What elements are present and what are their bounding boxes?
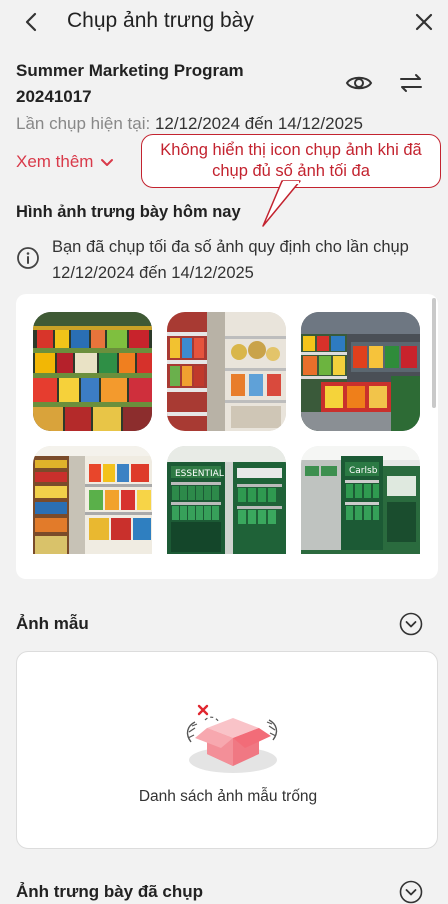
today-section-title: Hình ảnh trưng bày hôm nay bbox=[16, 203, 241, 221]
shelf-photo-5[interactable]: ESSENTIAL bbox=[167, 446, 286, 554]
max-photos-text: Bạn đã chụp tối đa số ảnh quy định cho l… bbox=[52, 238, 409, 282]
svg-text:ESSENTIAL: ESSENTIAL bbox=[175, 469, 224, 479]
view-button[interactable] bbox=[344, 68, 374, 98]
see-more-label: Xem thêm bbox=[16, 152, 94, 171]
chevron-down-circle-icon bbox=[399, 880, 423, 904]
period-label: Lần chụp hiện tại: bbox=[16, 114, 151, 133]
shelf-photo-4[interactable] bbox=[33, 446, 152, 554]
back-button[interactable] bbox=[18, 8, 46, 36]
info-icon bbox=[17, 247, 39, 269]
empty-box-icon bbox=[186, 704, 278, 773]
close-icon bbox=[415, 13, 433, 31]
shelf-photo-2[interactable] bbox=[167, 312, 286, 431]
program-name: Summer Marketing Program 20241017 bbox=[16, 61, 244, 106]
shelf-photo-1[interactable] bbox=[33, 312, 152, 431]
period-value: 12/12/2024 đến 14/12/2025 bbox=[154, 114, 363, 133]
sample-section-title: Ảnh mẫu bbox=[16, 614, 89, 633]
photo-grid-scrollbar[interactable] bbox=[432, 298, 436, 408]
sample-collapse-toggle[interactable] bbox=[399, 612, 423, 636]
app-header: Chụp ảnh trưng bày bbox=[0, 0, 448, 44]
chevron-down-icon bbox=[101, 159, 114, 166]
empty-sample-text: Danh sách ảnh mẫu trống bbox=[138, 788, 318, 805]
current-period: Lần chụp hiện tại: 12/12/2024 đến 14/12/… bbox=[16, 112, 363, 136]
chevron-left-icon bbox=[25, 12, 37, 32]
close-button[interactable] bbox=[410, 8, 438, 36]
page-title: Chụp ảnh trưng bày bbox=[67, 9, 254, 32]
see-more-link[interactable]: Xem thêm bbox=[16, 150, 115, 174]
taken-collapse-toggle[interactable] bbox=[399, 880, 423, 904]
chevron-down-circle-icon bbox=[399, 612, 423, 636]
switch-program-button[interactable] bbox=[396, 68, 426, 98]
shelf-photo-6[interactable]: Carlsb bbox=[301, 446, 420, 554]
taken-section-title: Ảnh trưng bày đã chụp bbox=[16, 882, 204, 901]
shelf-photo-3[interactable] bbox=[301, 312, 420, 431]
sample-empty-card: Danh sách ảnh mẫu trống bbox=[16, 651, 438, 849]
eye-icon bbox=[345, 76, 373, 90]
svg-text:Carlsb: Carlsb bbox=[349, 466, 378, 476]
callout-pointer bbox=[262, 180, 301, 227]
photo-grid: ESSENTIAL Carlsb bbox=[16, 294, 438, 579]
swap-arrows-icon bbox=[400, 74, 422, 92]
